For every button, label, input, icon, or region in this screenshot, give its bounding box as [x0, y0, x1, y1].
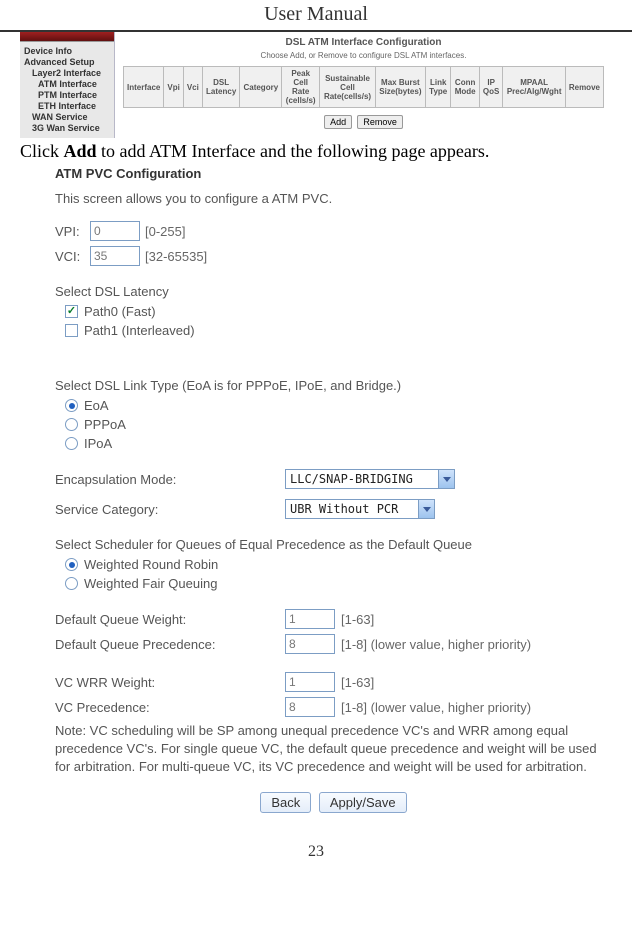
- qweight-input[interactable]: [285, 609, 335, 629]
- dsl-config-panel: Device Info Advanced Setup Layer2 Interf…: [20, 32, 612, 138]
- vpi-hint: [0-255]: [145, 224, 185, 239]
- vcwrr-hint: [1-63]: [341, 675, 374, 690]
- th-interface: Interface: [124, 67, 164, 108]
- eoa-radio[interactable]: [65, 399, 78, 412]
- sidebar-wan[interactable]: WAN Service: [32, 112, 110, 122]
- config-subtitle: Choose Add, or Remove to configure DSL A…: [123, 51, 604, 60]
- apply-save-button[interactable]: Apply/Save: [319, 792, 407, 813]
- th-vpi: Vpi: [164, 67, 183, 108]
- vci-hint: [32-65535]: [145, 249, 207, 264]
- path0-label: Path0 (Fast): [84, 304, 156, 319]
- remove-button[interactable]: Remove: [357, 115, 403, 129]
- config-title: DSL ATM Interface Configuration: [123, 37, 604, 48]
- section-title: ATM PVC Configuration: [55, 166, 612, 181]
- chevron-down-icon: [418, 500, 434, 518]
- path0-checkbox[interactable]: [65, 305, 78, 318]
- th-dsl-latency: DSL Latency: [202, 67, 240, 108]
- back-button[interactable]: Back: [260, 792, 311, 813]
- atm-config-form: ATM PVC Configuration This screen allows…: [55, 166, 612, 813]
- section-intro: This screen allows you to configure a AT…: [55, 191, 612, 206]
- qprec-input[interactable]: [285, 634, 335, 654]
- note-text: Note: VC scheduling will be SP among une…: [55, 722, 612, 777]
- vci-input[interactable]: [90, 246, 140, 266]
- th-sustain: Sustainable Cell Rate(cells/s): [320, 67, 376, 108]
- path1-checkbox[interactable]: [65, 324, 78, 337]
- vcwrr-input[interactable]: [285, 672, 335, 692]
- ipoa-radio[interactable]: [65, 437, 78, 450]
- th-link: Link Type: [425, 67, 451, 108]
- instruction-text: Click Add to add ATM Interface and the f…: [20, 141, 612, 162]
- th-vci: Vci: [183, 67, 202, 108]
- instruction-post: to add ATM Interface and the following p…: [101, 141, 489, 161]
- latency-label: Select DSL Latency: [55, 284, 612, 299]
- th-remove: Remove: [565, 67, 603, 108]
- page-number: 23: [0, 843, 632, 871]
- path1-label: Path1 (Interleaved): [84, 323, 195, 338]
- vcprec-hint: [1-8] (lower value, higher priority): [341, 700, 531, 715]
- wrr-label: Weighted Round Robin: [84, 557, 218, 572]
- vcprec-label: VC Precedence:: [55, 700, 285, 715]
- th-burst: Max Burst Size(bytes): [375, 67, 425, 108]
- scheduler-label: Select Scheduler for Queues of Equal Pre…: [55, 537, 612, 552]
- ipoa-label: IPoA: [84, 436, 112, 451]
- sidebar-atm[interactable]: ATM Interface: [38, 79, 110, 89]
- instruction-bold: Add: [64, 141, 97, 161]
- wfq-label: Weighted Fair Queuing: [84, 576, 217, 591]
- qprec-label: Default Queue Precedence:: [55, 637, 285, 652]
- vpi-input[interactable]: [90, 221, 140, 241]
- pppoa-label: PPPoA: [84, 417, 126, 432]
- pppoa-radio[interactable]: [65, 418, 78, 431]
- sidebar-eth[interactable]: ETH Interface: [38, 101, 110, 111]
- sidebar: Device Info Advanced Setup Layer2 Interf…: [20, 32, 115, 138]
- config-table: Interface Vpi Vci DSL Latency Category P…: [123, 66, 604, 108]
- instruction-pre: Click: [20, 141, 59, 161]
- service-value: UBR Without PCR: [290, 502, 398, 516]
- eoa-label: EoA: [84, 398, 109, 413]
- qweight-label: Default Queue Weight:: [55, 612, 285, 627]
- wrr-radio[interactable]: [65, 558, 78, 571]
- sidebar-logo: [20, 32, 114, 42]
- th-conn: Conn Mode: [451, 67, 479, 108]
- th-mpaal: MPAAL Prec/Alg/Wght: [503, 67, 565, 108]
- encap-select[interactable]: LLC/SNAP-BRIDGING: [285, 469, 455, 489]
- vcprec-input[interactable]: [285, 697, 335, 717]
- sidebar-ptm[interactable]: PTM Interface: [38, 90, 110, 100]
- encap-value: LLC/SNAP-BRIDGING: [290, 472, 413, 486]
- qweight-hint: [1-63]: [341, 612, 374, 627]
- qprec-hint: [1-8] (lower value, higher priority): [341, 637, 531, 652]
- encap-label: Encapsulation Mode:: [55, 472, 285, 487]
- wfq-radio[interactable]: [65, 577, 78, 590]
- th-category: Category: [240, 67, 282, 108]
- linktype-label: Select DSL Link Type (EoA is for PPPoE, …: [55, 378, 612, 393]
- service-label: Service Category:: [55, 502, 285, 517]
- th-qos: IP QoS: [479, 67, 503, 108]
- vpi-label: VPI:: [55, 224, 90, 239]
- add-button[interactable]: Add: [324, 115, 352, 129]
- service-select[interactable]: UBR Without PCR: [285, 499, 435, 519]
- vci-label: VCI:: [55, 249, 90, 264]
- th-peak: Peak Cell Rate (cells/s): [282, 67, 320, 108]
- page-header: User Manual: [0, 0, 632, 32]
- sidebar-device-info[interactable]: Device Info: [24, 46, 110, 56]
- chevron-down-icon: [438, 470, 454, 488]
- vcwrr-label: VC WRR Weight:: [55, 675, 285, 690]
- sidebar-advanced-setup[interactable]: Advanced Setup: [24, 57, 110, 67]
- sidebar-layer2[interactable]: Layer2 Interface: [32, 68, 110, 78]
- sidebar-3g[interactable]: 3G Wan Service: [32, 123, 110, 133]
